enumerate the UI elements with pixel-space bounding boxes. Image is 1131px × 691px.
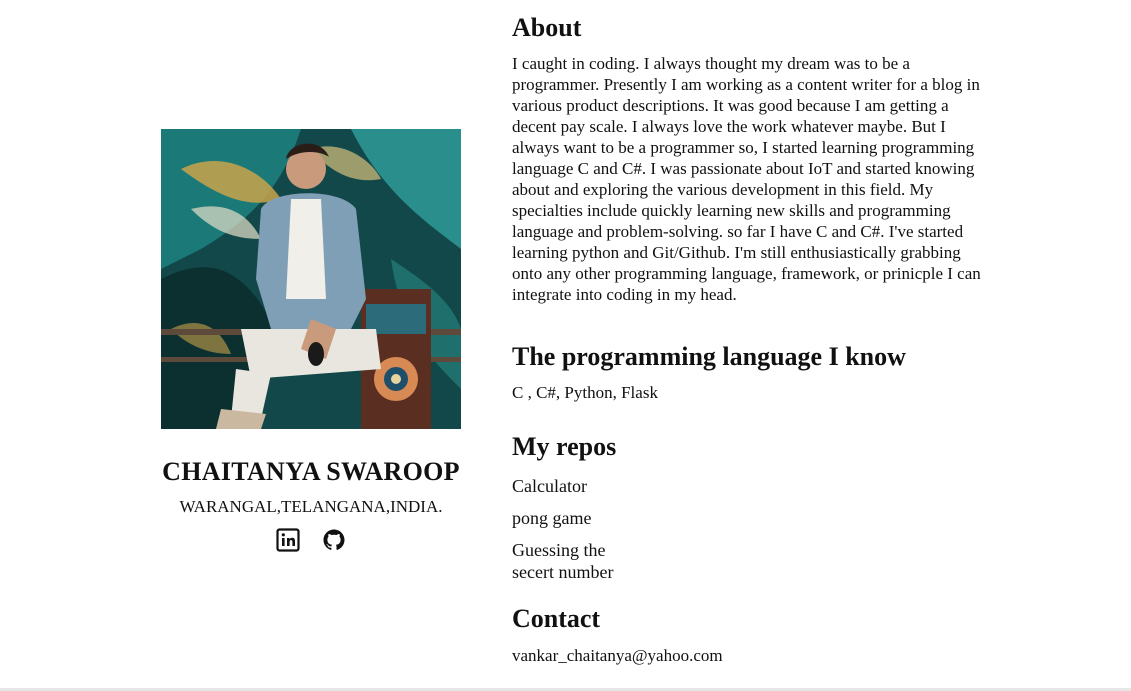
profile-name: CHAITANYA SWAROOP: [162, 457, 460, 486]
linkedin-icon: [276, 528, 300, 552]
profile-location: WARANGAL,TELANGANA,INDIA.: [179, 497, 443, 516]
about-title: About: [512, 13, 582, 42]
profile-photo: [161, 129, 461, 429]
profile-photo-illustration: [161, 129, 461, 429]
social-links: [150, 528, 472, 552]
repo-item-calculator[interactable]: Calculator: [512, 475, 622, 497]
repos-title: My repos: [512, 432, 617, 461]
languages-title: The programming language I know: [512, 342, 906, 371]
profile-card: CHAITANYA SWAROOP WARANGAL,TELANGANA,IND…: [150, 129, 472, 552]
linkedin-link[interactable]: [276, 528, 300, 552]
contact-title: Contact: [512, 604, 601, 633]
github-icon: [323, 529, 345, 550]
repo-list: Calculator pong game Guessing the secert…: [512, 475, 622, 583]
page: CHAITANYA SWAROOP WARANGAL,TELANGANA,IND…: [0, 0, 1131, 691]
repo-item-guessing-number[interactable]: Guessing the secert number: [512, 539, 622, 583]
contact-email[interactable]: vankar_chaitanya@yahoo.com: [512, 645, 987, 666]
repo-item-pong-game[interactable]: pong game: [512, 507, 622, 529]
languages-text: C , C#, Python, Flask: [512, 383, 658, 402]
main-content: About I caught in coding. I always thoug…: [512, 12, 987, 666]
github-link[interactable]: [322, 528, 346, 552]
about-text: I caught in coding. I always thought my …: [512, 54, 981, 304]
